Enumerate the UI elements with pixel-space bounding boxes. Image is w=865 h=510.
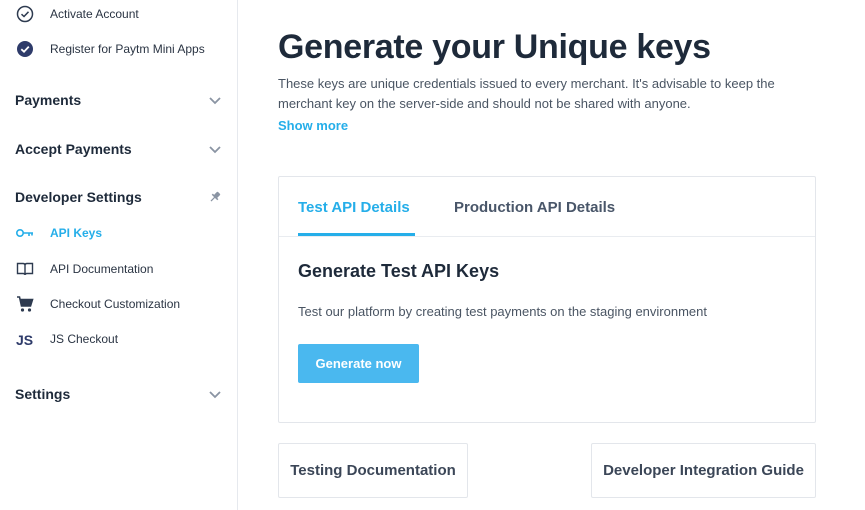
js-icon: JS xyxy=(15,329,35,349)
card-description: Test our platform by creating test payme… xyxy=(298,304,707,319)
chevron-down-icon xyxy=(208,142,222,156)
sidebar-section-accept-payments[interactable]: Accept Payments xyxy=(15,141,222,157)
tab-test-api-details[interactable]: Test API Details xyxy=(298,199,410,216)
section-title: Settings xyxy=(15,386,71,402)
sidebar-item-checkout-customization[interactable]: Checkout Customization xyxy=(15,294,180,314)
sidebar-section-settings[interactable]: Settings xyxy=(15,386,222,402)
pin-icon[interactable] xyxy=(208,190,222,204)
key-icon xyxy=(15,223,35,243)
svg-text:JS: JS xyxy=(16,332,33,347)
section-title: Payments xyxy=(15,92,82,108)
show-more-link[interactable]: Show more xyxy=(278,118,348,133)
sidebar-item-register-mini-apps[interactable]: Register for Paytm Mini Apps xyxy=(15,39,205,59)
sidebar-item-label: JS Checkout xyxy=(50,332,119,346)
page-description: These keys are unique credentials issued… xyxy=(278,76,775,111)
page-title: Generate your Unique keys xyxy=(278,28,711,66)
sidebar-item-api-documentation[interactable]: API Documentation xyxy=(15,259,153,279)
generate-now-button[interactable]: Generate now xyxy=(298,344,419,383)
sidebar-item-label: Checkout Customization xyxy=(50,297,181,311)
book-icon xyxy=(15,259,35,279)
section-title: Developer Settings xyxy=(15,189,142,205)
cart-icon xyxy=(15,294,35,314)
sidebar: Activate Account Register for Paytm Mini… xyxy=(0,0,238,510)
sidebar-item-js-checkout[interactable]: JS JS Checkout xyxy=(15,329,118,349)
testing-documentation-link[interactable]: Testing Documentation xyxy=(278,443,468,498)
sidebar-section-developer-settings[interactable]: Developer Settings xyxy=(15,189,222,205)
sidebar-item-label: API Keys xyxy=(50,226,103,240)
api-details-card: Test API Details Production API Details … xyxy=(278,176,816,423)
section-title: Accept Payments xyxy=(15,141,132,157)
chevron-down-icon xyxy=(208,387,222,401)
check-circle-filled-icon xyxy=(15,39,35,59)
sidebar-item-label: Register for Paytm Mini Apps xyxy=(50,42,205,56)
tab-bar: Test API Details Production API Details xyxy=(279,177,815,237)
tab-production-api-details[interactable]: Production API Details xyxy=(454,199,615,216)
sidebar-item-label: API Documentation xyxy=(50,262,154,276)
sidebar-item-label: Activate Account xyxy=(50,7,139,21)
sidebar-item-api-keys[interactable]: API Keys xyxy=(15,223,102,243)
sidebar-section-payments[interactable]: Payments xyxy=(15,92,222,108)
chevron-down-icon xyxy=(208,93,222,107)
developer-integration-guide-link[interactable]: Developer Integration Guide xyxy=(591,443,816,498)
sidebar-item-activate-account[interactable]: Activate Account xyxy=(15,4,139,24)
card-title: Generate Test API Keys xyxy=(298,261,500,281)
check-circle-outline-icon xyxy=(15,4,35,24)
active-tab-indicator xyxy=(298,233,415,236)
